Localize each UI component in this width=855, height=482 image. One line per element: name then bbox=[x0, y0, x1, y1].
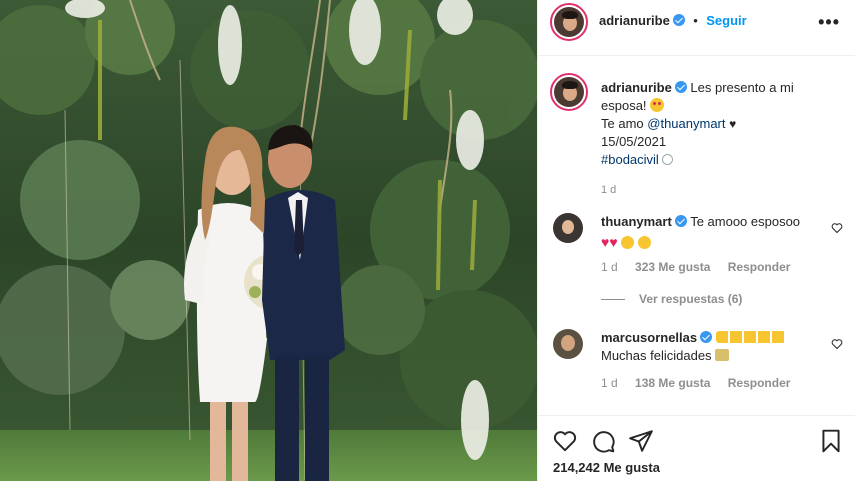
comment-item: thuanymart Te amooo esposoo ♥♥ bbox=[601, 213, 831, 252]
comment-likes[interactable]: 323 Me gusta bbox=[635, 260, 710, 274]
ring-icon bbox=[662, 154, 674, 165]
commenter-avatar[interactable] bbox=[553, 329, 583, 359]
wedding-photo-illustration bbox=[0, 0, 537, 481]
comment-time[interactable]: 1 d bbox=[601, 260, 618, 274]
more-options-icon[interactable]: ••• bbox=[818, 12, 840, 33]
comment-emojis: ♥♥ bbox=[601, 233, 831, 252]
heart-eyes-emoji-icon bbox=[621, 236, 635, 249]
caption-author-avatar[interactable] bbox=[550, 73, 588, 111]
comment-meta: 1 d 138 Me gusta Responder bbox=[601, 376, 804, 390]
view-replies-button[interactable]: Ver respuestas (6) bbox=[601, 292, 742, 306]
author-avatar[interactable] bbox=[550, 3, 588, 41]
likes-count[interactable]: 214,242 Me gusta bbox=[553, 460, 660, 475]
reply-button[interactable]: Responder bbox=[728, 260, 791, 274]
comment-like-heart-icon[interactable] bbox=[831, 222, 843, 234]
comment-time[interactable]: 1 d bbox=[601, 376, 618, 390]
author-username[interactable]: adrianuribe bbox=[599, 13, 670, 28]
comment-meta: 1 d 323 Me gusta Responder bbox=[601, 260, 804, 274]
comment-text: Te amooo esposoo bbox=[690, 214, 801, 229]
comment-icon[interactable] bbox=[590, 428, 616, 454]
commenter-username[interactable]: thuanymart bbox=[601, 214, 672, 229]
heart-eyes-emoji-icon bbox=[650, 98, 665, 112]
verified-badge-icon bbox=[700, 331, 713, 343]
send-icon[interactable] bbox=[628, 428, 654, 454]
hashtag-link[interactable]: #bodacivil bbox=[601, 152, 659, 167]
verified-badge-icon bbox=[672, 14, 685, 26]
replies-divider bbox=[601, 299, 625, 301]
post-caption: adrianuribe Les presento a mi esposa! Te… bbox=[601, 79, 841, 199]
follow-button[interactable]: Seguir bbox=[706, 13, 746, 28]
post-actions-bar: 214,242 Me gusta bbox=[538, 415, 855, 482]
caption-date: 15/05/2021 bbox=[601, 134, 667, 149]
bookmark-icon[interactable] bbox=[818, 428, 844, 454]
verified-badge-icon bbox=[674, 215, 687, 227]
commenter-username[interactable]: marcusornellas bbox=[601, 330, 697, 345]
champagne-icon bbox=[715, 349, 730, 361]
post-photo[interactable] bbox=[0, 0, 537, 481]
comment-text: Muchas felicidades bbox=[601, 348, 712, 363]
caption-username[interactable]: adrianuribe bbox=[601, 80, 672, 95]
comment-likes[interactable]: 138 Me gusta bbox=[635, 376, 710, 390]
comment-like-heart-icon[interactable] bbox=[831, 338, 843, 350]
heart-eyes-emoji-icon bbox=[637, 236, 651, 249]
caption-time[interactable]: 1 d bbox=[601, 181, 841, 199]
caption-line2: Te amo bbox=[601, 116, 644, 131]
comment-item: marcusornellas Muchas felicidades bbox=[601, 329, 831, 365]
heart-icon[interactable] bbox=[552, 428, 578, 454]
black-heart-icon: ♥ bbox=[729, 117, 737, 131]
red-heart-icon: ♥♥ bbox=[601, 234, 618, 250]
reply-button[interactable]: Responder bbox=[728, 376, 791, 390]
commenter-avatar[interactable] bbox=[553, 213, 583, 243]
post-header: adrianuribe • Seguir ••• bbox=[538, 0, 855, 56]
verified-badge-icon bbox=[674, 81, 687, 93]
mention-link[interactable]: @thuanymart bbox=[647, 116, 725, 131]
clapping-emojis bbox=[715, 331, 786, 343]
separator-dot: • bbox=[693, 13, 698, 28]
post-detail-panel: adrianuribe • Seguir ••• adrianuribe Les… bbox=[537, 0, 855, 482]
